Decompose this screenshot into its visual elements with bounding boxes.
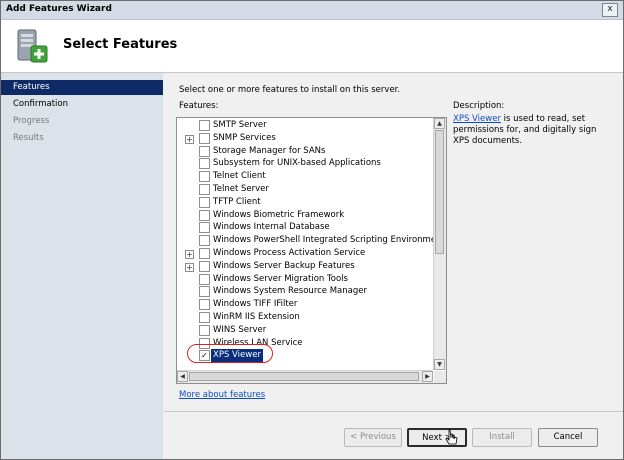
page-title: Select Features — [63, 37, 178, 52]
wizard-header: Select Features — [1, 20, 623, 73]
scroll-up-icon[interactable]: ▲ — [434, 118, 445, 129]
feature-checkbox[interactable] — [199, 299, 210, 311]
feature-row[interactable]: WinRM IIS Extension — [177, 311, 433, 324]
description-text: XPS Viewer is used to read, set permissi… — [453, 114, 613, 147]
feature-checkbox[interactable] — [199, 209, 210, 221]
feature-row[interactable]: TFTP Client — [177, 196, 433, 209]
features-label: Features: — [179, 101, 219, 111]
nav-item-results: Results — [13, 133, 44, 143]
highlight-oval — [187, 344, 273, 363]
feature-row[interactable]: Telnet Client — [177, 170, 433, 183]
horizontal-thumb[interactable] — [189, 372, 419, 381]
feature-checkbox[interactable] — [199, 235, 210, 247]
feature-label: Windows Biometric Framework — [213, 209, 345, 220]
feature-label: Telnet Server — [213, 184, 269, 194]
feature-label: Windows PowerShell Integrated Scripting … — [213, 235, 447, 246]
nav-item-confirmation[interactable]: Confirmation — [1, 97, 163, 112]
feature-row[interactable]: Windows System Resource Manager — [177, 285, 433, 298]
wizard-window: Add Features Wizard x Select Features Fe… — [0, 0, 624, 460]
install-button[interactable]: Install — [472, 428, 532, 447]
feature-label: Windows TIFF IFilter — [213, 299, 298, 310]
feature-row[interactable]: Windows TIFF IFilter — [177, 298, 433, 311]
feature-label: Windows System Resource Manager — [213, 286, 367, 297]
feature-label: Storage Manager for SANs — [213, 145, 326, 156]
feature-row[interactable]: + SNMP Services — [177, 132, 433, 145]
scroll-thumb[interactable] — [435, 130, 444, 254]
feature-checkbox[interactable] — [199, 248, 210, 259]
feature-label: Windows Process Activation Service — [213, 248, 366, 258]
feature-row[interactable]: SMTP Server — [177, 119, 433, 132]
separator — [164, 411, 623, 412]
feature-checkbox[interactable] — [199, 120, 210, 131]
feature-checkbox[interactable] — [199, 158, 210, 170]
feature-checkbox[interactable] — [199, 196, 210, 208]
feature-row[interactable]: Windows Server Migration Tools — [177, 273, 433, 286]
scroll-corner — [434, 371, 446, 383]
scroll-right-icon[interactable]: ▶ — [422, 371, 433, 382]
feature-checkbox[interactable] — [199, 171, 210, 183]
feature-row[interactable]: Windows PowerShell Integrated Scripting … — [177, 234, 446, 247]
feature-checkbox[interactable] — [199, 145, 210, 157]
feature-checkbox[interactable] — [199, 132, 210, 144]
feature-label: Subsystem for UNIX-based Applications — [213, 158, 381, 169]
title-bar: Add Features Wizard x — [1, 1, 623, 20]
feature-checkbox[interactable] — [199, 273, 210, 285]
feature-label: WINS Server — [213, 324, 267, 335]
feature-label: Windows Server Backup Features — [213, 260, 355, 271]
feature-checkbox[interactable] — [199, 286, 210, 298]
feature-row[interactable]: + Windows Server Backup Features — [177, 260, 433, 273]
feature-label: SMTP Server — [213, 120, 267, 130]
feature-label: Telnet Client — [213, 171, 266, 182]
wizard-nav: Features Confirmation Progress Results — [1, 73, 163, 459]
feature-label: Windows Internal Database — [213, 222, 330, 233]
feature-label: SNMP Services — [213, 132, 276, 143]
scroll-down-icon[interactable]: ▼ — [434, 359, 445, 370]
feature-row[interactable]: Windows Biometric Framework — [177, 209, 433, 222]
description-link[interactable]: XPS Viewer — [453, 114, 501, 124]
feature-checkbox[interactable] — [199, 222, 210, 234]
feature-checkbox[interactable] — [199, 324, 210, 336]
window-title: Add Features Wizard — [6, 4, 112, 14]
expand-icon[interactable]: + — [185, 250, 194, 259]
instruction-text: Select one or more features to install o… — [179, 85, 401, 95]
cancel-button[interactable]: Cancel — [538, 428, 598, 447]
feature-checkbox[interactable] — [199, 312, 210, 323]
feature-checkbox[interactable] — [199, 260, 210, 272]
feature-label: Windows Server Migration Tools — [213, 273, 348, 284]
scroll-left-icon[interactable]: ◀ — [177, 371, 188, 382]
nav-item-progress: Progress — [13, 116, 50, 126]
feature-row[interactable]: Telnet Server — [177, 183, 433, 196]
description-label: Description: — [453, 101, 505, 111]
feature-row[interactable]: Subsystem for UNIX-based Applications — [177, 157, 433, 170]
feature-label: WinRM IIS Extension — [213, 312, 300, 322]
feature-label: TFTP Client — [213, 196, 261, 207]
expand-icon[interactable]: + — [185, 134, 194, 144]
feature-row[interactable]: Windows Internal Database — [177, 221, 433, 234]
expand-icon[interactable]: + — [185, 262, 194, 272]
close-button[interactable]: x — [602, 3, 618, 17]
nav-item-features[interactable]: Features — [1, 80, 163, 95]
server-add-icon — [17, 29, 48, 63]
more-about-features-link[interactable]: More about features — [179, 390, 265, 400]
vertical-scrollbar[interactable]: ▲ ▼ — [433, 118, 446, 370]
horizontal-scrollbar[interactable]: ◀ ▶ — [177, 370, 433, 383]
feature-row[interactable]: + Windows Process Activation Service — [177, 247, 433, 260]
feature-row[interactable]: Storage Manager for SANs — [177, 145, 433, 158]
feature-checkbox[interactable] — [199, 184, 210, 195]
mouse-cursor-icon — [445, 429, 458, 445]
previous-button[interactable]: < Previous — [344, 428, 402, 447]
feature-row[interactable]: WINS Server — [177, 324, 433, 337]
